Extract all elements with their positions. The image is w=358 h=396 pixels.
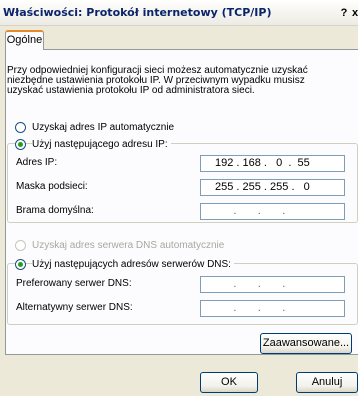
subnet-mask-input[interactable]: 255 . 255 . 255 . 0 — [200, 179, 345, 196]
alternate-dns-input[interactable]: . . . — [200, 300, 345, 317]
radio-auto-dns-indicator[interactable] — [15, 239, 26, 251]
advanced-button[interactable]: Zaawansowane... — [260, 333, 352, 354]
alternate-dns-label: Alternatywny serwer DNS: — [16, 302, 133, 313]
radio-auto-ip-indicator[interactable] — [15, 121, 26, 133]
radio-auto-ip-label: Uzyskaj adres IP automatycznie — [32, 121, 175, 133]
radio-auto-ip[interactable]: Uzyskaj adres IP automatycznie — [15, 120, 174, 134]
tab-general[interactable]: Ogólne — [5, 30, 44, 50]
radio-manual-ip[interactable]: Użyj następującego adresu IP: — [15, 137, 171, 151]
window-title: Właściwości: Protokół internetowy (TCP/I… — [3, 6, 272, 19]
subnet-mask-label: Maska podsieci: — [16, 181, 88, 192]
preferred-dns-input[interactable]: . . . — [200, 276, 345, 293]
tcpip-properties-dialog: Właściwości: Protokół internetowy (TCP/I… — [0, 0, 358, 396]
ip-address-input[interactable]: 192 . 168 . 0 . 55 — [200, 155, 345, 172]
close-button[interactable]: x — [350, 5, 358, 21]
radio-auto-dns[interactable]: Uzyskaj adres serwera DNS automatycznie — [15, 238, 224, 252]
radio-manual-dns[interactable]: Użyj następujących adresów serwerów DNS: — [15, 257, 234, 271]
default-gateway-input[interactable]: . . . — [200, 203, 345, 220]
help-button[interactable]: ? — [338, 5, 350, 21]
ok-button[interactable]: OK — [200, 372, 258, 393]
ip-address-label: Adres IP: — [16, 157, 58, 168]
cancel-button[interactable]: Anuluj — [296, 372, 358, 393]
description-text: Przy odpowiedniej konfiguracji sieci moż… — [7, 66, 327, 96]
radio-manual-ip-label: Użyj następującego adresu IP: — [32, 138, 171, 150]
default-gateway-label: Brama domyślna: — [16, 205, 94, 216]
radio-manual-dns-label: Użyj następujących adresów serwerów DNS: — [32, 258, 234, 270]
description-line: uzyskać ustawienia protokołu IP od admin… — [7, 85, 255, 96]
tab-general-label: Ogólne — [6, 34, 43, 46]
preferred-dns-label: Preferowany serwer DNS: — [16, 278, 132, 289]
radio-manual-dns-indicator[interactable] — [15, 258, 26, 270]
radio-manual-ip-indicator[interactable] — [15, 138, 26, 150]
radio-auto-dns-label: Uzyskaj adres serwera DNS automatycznie — [32, 239, 225, 251]
title-bar: Właściwości: Protokół internetowy (TCP/I… — [0, 0, 358, 26]
